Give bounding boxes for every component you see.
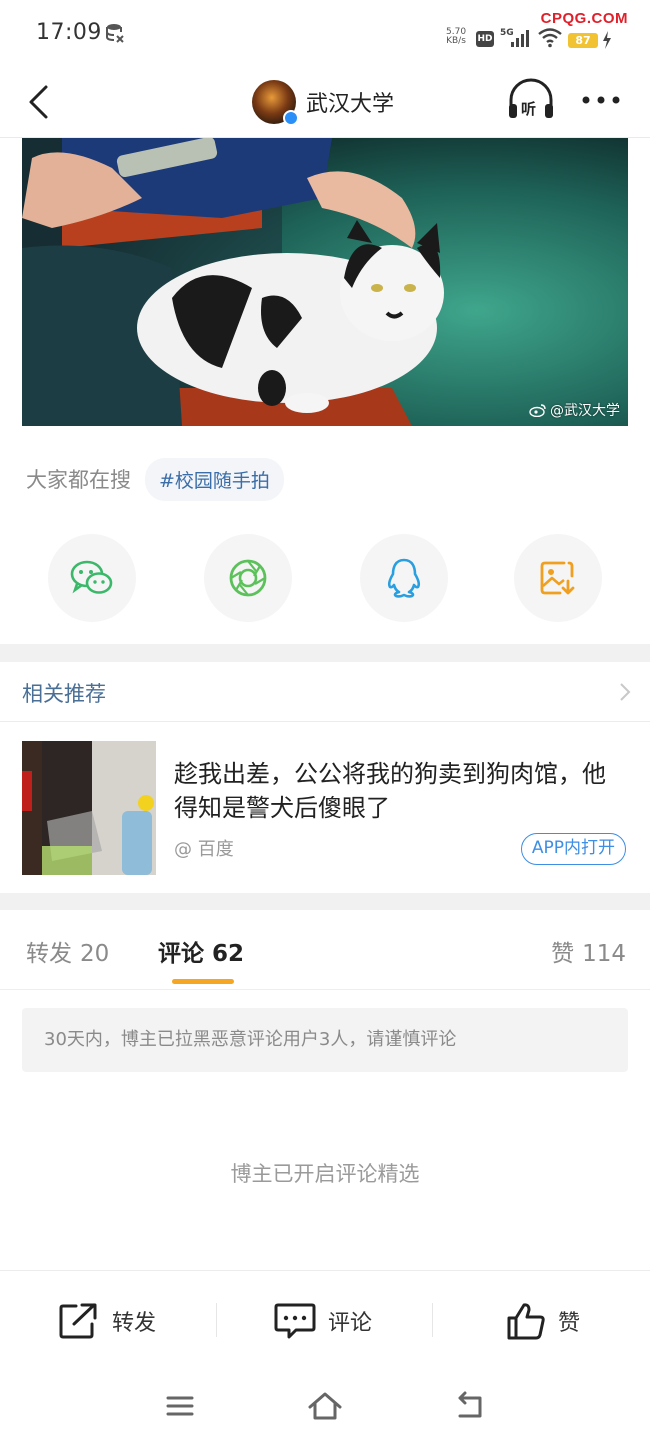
thumbnail-image bbox=[22, 741, 156, 875]
tab-comment-count: 62 bbox=[212, 941, 245, 967]
recommended-card[interactable]: 趁我出差，公公将我的狗卖到狗肉馆，他得知是警犬后傻眼了 @ 百度 APP内打开 bbox=[0, 723, 650, 893]
comment-notice: 30天内，博主已拉黑恶意评论用户3人，请谨慎评论 bbox=[22, 1008, 628, 1072]
section-divider bbox=[0, 893, 650, 910]
repost-button[interactable]: 转发 bbox=[58, 1299, 156, 1343]
tab-repost[interactable]: 转发 20 bbox=[26, 934, 109, 968]
cat-photo bbox=[22, 138, 628, 426]
action-divider bbox=[216, 1303, 217, 1337]
thumbs-up-icon bbox=[507, 1303, 545, 1340]
share-wechat-button[interactable] bbox=[48, 534, 136, 622]
recommended-title: 趁我出差，公公将我的狗卖到狗肉馆，他得知是警犬后傻眼了 bbox=[174, 760, 606, 822]
save-image-button[interactable] bbox=[514, 534, 602, 622]
listen-button[interactable]: 听 bbox=[506, 78, 556, 122]
featured-comments-text: 博主已开启评论精选 bbox=[230, 1162, 420, 1186]
back-button[interactable] bbox=[18, 78, 58, 126]
active-tab-indicator bbox=[172, 979, 234, 984]
tab-comment-label: 评论 bbox=[158, 941, 204, 967]
hashtag-chip[interactable]: #校园随手拍 bbox=[145, 457, 284, 501]
like-button-label: 赞 bbox=[558, 1311, 581, 1336]
tab-like[interactable]: 赞 114 bbox=[551, 934, 626, 968]
comment-button[interactable]: 评论 bbox=[274, 1299, 372, 1343]
tab-like-count: 114 bbox=[582, 941, 626, 967]
avatar[interactable] bbox=[252, 80, 299, 126]
trending-label: 大家都在搜 bbox=[26, 468, 131, 492]
qq-icon bbox=[387, 558, 421, 598]
save-image-icon bbox=[540, 561, 575, 595]
recommended-thumbnail bbox=[22, 741, 156, 875]
tab-repost-label: 转发 bbox=[26, 941, 72, 967]
post-image[interactable]: @武汉大学 bbox=[22, 138, 628, 426]
page-title: 武汉大学 bbox=[306, 92, 395, 117]
svg-text:听: 听 bbox=[521, 100, 536, 118]
comment-button-label: 评论 bbox=[328, 1311, 373, 1336]
action-divider bbox=[432, 1303, 433, 1337]
section-divider bbox=[0, 644, 650, 662]
status-time: 17:09 bbox=[36, 20, 102, 45]
back-nav-icon[interactable] bbox=[450, 1388, 490, 1424]
database-icon bbox=[106, 24, 124, 43]
recommended-source: @ 百度 bbox=[174, 839, 234, 860]
home-icon[interactable] bbox=[305, 1388, 345, 1424]
headphones-icon: 听 bbox=[509, 78, 553, 118]
account-header[interactable]: 武汉大学 bbox=[252, 76, 394, 128]
interaction-tabs: 转发 20 评论 62 赞 114 bbox=[0, 910, 650, 990]
tab-comment[interactable]: 评论 62 bbox=[158, 934, 244, 968]
wechat-icon bbox=[70, 560, 113, 594]
tab-repost-count: 20 bbox=[80, 941, 110, 967]
repost-button-label: 转发 bbox=[112, 1311, 157, 1336]
menu-icon[interactable] bbox=[160, 1388, 200, 1424]
moments-icon bbox=[229, 559, 267, 597]
signal-icon: 5G bbox=[500, 28, 529, 47]
share-moments-button[interactable] bbox=[204, 534, 292, 622]
wifi-icon bbox=[538, 28, 562, 48]
status-bar: 17:09 CPQG.COM 5.70 KB/s HD 5G 87 bbox=[0, 0, 650, 66]
share-row bbox=[0, 534, 650, 624]
related-header[interactable]: 相关推荐 bbox=[0, 662, 650, 722]
bottom-action-bar: 转发 评论 赞 bbox=[0, 1270, 650, 1370]
image-watermark: @武汉大学 bbox=[529, 400, 620, 420]
network-label: 5G bbox=[500, 28, 514, 38]
hd-badge: HD bbox=[476, 31, 494, 47]
share-qq-button[interactable] bbox=[360, 534, 448, 622]
chevron-left-icon bbox=[29, 85, 48, 119]
trending-search-row: 大家都在搜 #校园随手拍 bbox=[26, 457, 284, 501]
net-speed-unit: KB/s bbox=[446, 36, 466, 46]
status-indicators: CPQG.COM 5.70 KB/s HD 5G 87 bbox=[416, 6, 636, 60]
comment-icon bbox=[274, 1303, 316, 1339]
weibo-icon bbox=[529, 404, 546, 417]
charging-icon bbox=[603, 31, 611, 49]
system-nav-bar bbox=[0, 1370, 650, 1444]
chevron-right-icon bbox=[620, 683, 631, 701]
more-dots-icon bbox=[582, 96, 620, 104]
nav-bar: 武汉大学 听 bbox=[0, 66, 650, 138]
like-button[interactable]: 赞 bbox=[506, 1299, 580, 1343]
image-watermark-text: @武汉大学 bbox=[550, 403, 620, 419]
tab-like-label: 赞 bbox=[551, 941, 575, 967]
watermark: CPQG.COM bbox=[540, 10, 628, 27]
battery-indicator: 87 bbox=[568, 33, 598, 48]
share-arrow-icon bbox=[59, 1303, 97, 1339]
verified-icon bbox=[283, 110, 299, 126]
related-title: 相关推荐 bbox=[22, 682, 106, 706]
more-button[interactable] bbox=[578, 82, 624, 118]
open-in-app-button[interactable]: APP内打开 bbox=[520, 833, 626, 865]
net-speed: 5.70 KB/s bbox=[446, 28, 466, 46]
